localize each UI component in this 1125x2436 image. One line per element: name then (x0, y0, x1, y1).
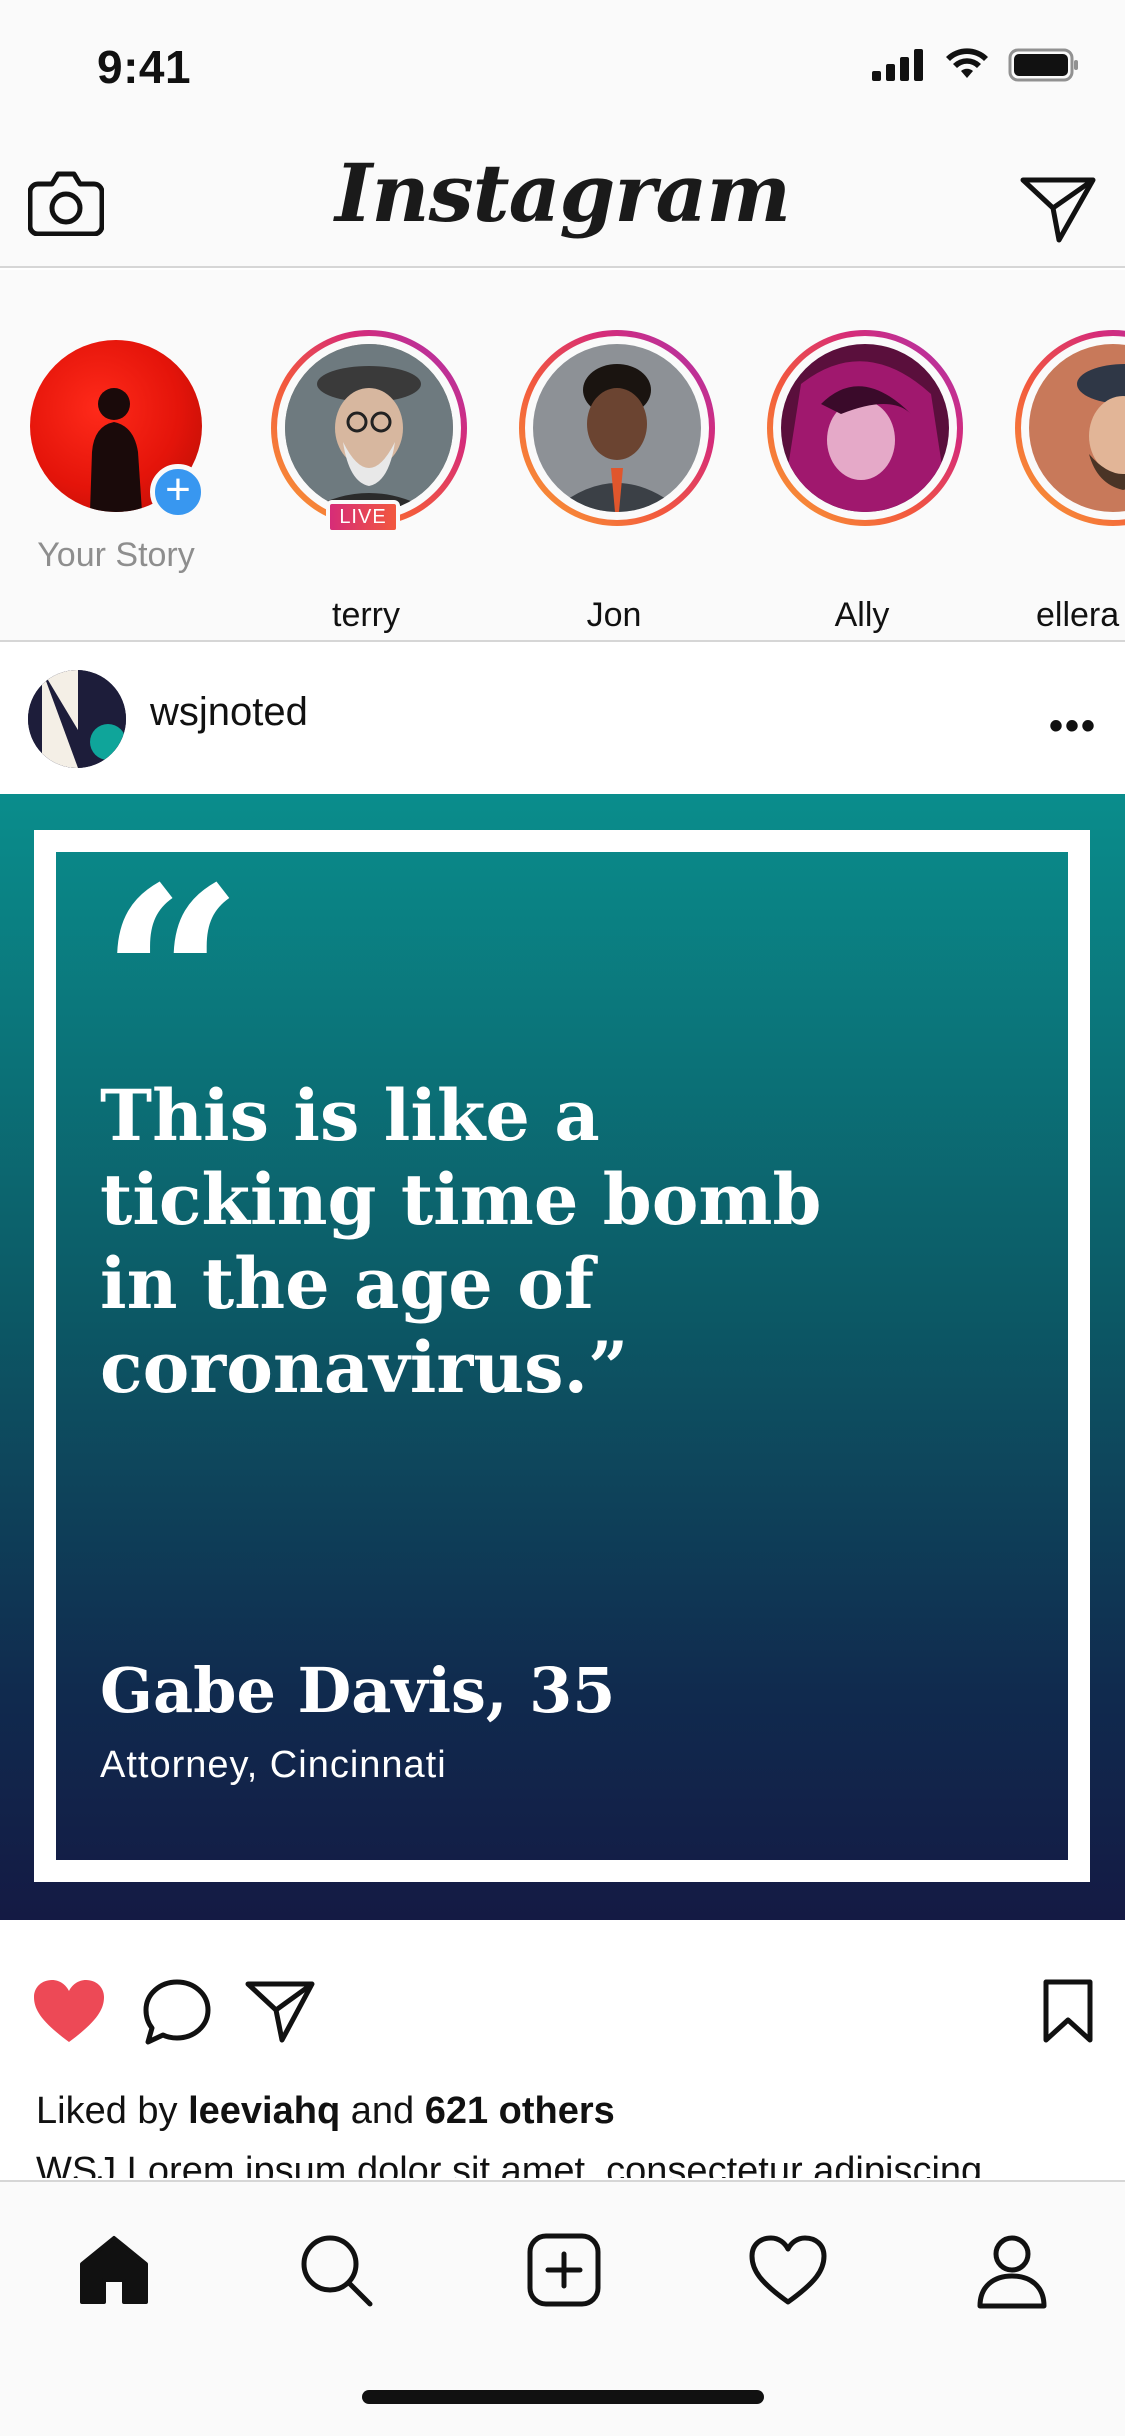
avatar-illustration (781, 344, 949, 512)
share-icon[interactable] (244, 1978, 316, 2044)
liked-others-link[interactable]: 621 others (425, 2090, 615, 2132)
cellular-signal-icon (872, 49, 923, 81)
wifi-icon (946, 48, 988, 78)
story-ring (1015, 330, 1125, 526)
post-username[interactable]: wsjnoted (150, 690, 308, 735)
battery-icon (1008, 48, 1078, 82)
liked-mid: and (340, 2090, 425, 2132)
search-icon[interactable] (296, 2230, 376, 2310)
story-item-your-story[interactable]: + Your Story (0, 270, 230, 640)
story-name: ellera (1036, 596, 1120, 634)
quote-name: Gabe Davis, 35 (100, 1654, 616, 1727)
avatar-illustration (533, 344, 701, 512)
direct-message-icon[interactable] (1019, 174, 1097, 244)
app-header: Instagram (0, 132, 1125, 268)
likes-summary: Liked by leeviahq and 621 others (36, 2090, 615, 2133)
story-ring (271, 330, 467, 526)
story-name: terry (332, 596, 400, 634)
quote-role: Attorney, Cincinnati (100, 1744, 447, 1786)
bookmark-icon[interactable] (1040, 1978, 1096, 2044)
story-name: Your Story (37, 536, 195, 574)
avatar (781, 344, 949, 512)
wsjnoted-logo-icon (28, 670, 126, 768)
liked-prefix: Liked by (36, 2090, 189, 2132)
avatar (1029, 344, 1125, 512)
activity-heart-icon[interactable] (748, 2230, 828, 2310)
instagram-logo: Instagram (335, 146, 791, 240)
avatar-illustration (1029, 344, 1125, 512)
like-heart-icon[interactable] (32, 1978, 106, 2044)
post-caption[interactable]: WSJ Lorem ipsum dolor sit amet, consecte… (36, 2148, 1116, 2178)
avatar-illustration (285, 344, 453, 512)
status-time: 9:41 (97, 41, 192, 93)
post-avatar[interactable] (28, 670, 126, 768)
story-name: Ally (834, 596, 890, 634)
quote-text: This is like a ticking time bomb in the … (100, 1074, 822, 1409)
post-image[interactable]: “ This is like a ticking time bomb in th… (0, 794, 1125, 1920)
home-indicator[interactable] (362, 2390, 764, 2404)
story-ring (767, 330, 963, 526)
profile-icon[interactable] (972, 2230, 1052, 2310)
live-badge: LIVE (326, 500, 400, 534)
avatar (533, 344, 701, 512)
story-ring (519, 330, 715, 526)
status-icons (872, 48, 1080, 82)
more-options-icon[interactable]: ••• (1049, 704, 1097, 749)
add-story-icon[interactable]: + (150, 464, 206, 520)
quote-marks: “ (100, 832, 244, 1126)
story-name: Jon (586, 596, 642, 634)
liked-user-link[interactable]: leeviahq (188, 2090, 340, 2132)
avatar (285, 344, 453, 512)
post-header: wsjnoted ••• (0, 644, 1125, 794)
stories-tray[interactable]: + Your Story LIVE terry Jon Ally ellera (0, 270, 1125, 642)
status-bar: 9:41 (0, 0, 1125, 132)
new-post-icon[interactable] (524, 2230, 604, 2310)
home-icon[interactable] (74, 2230, 154, 2310)
post-actions (0, 1920, 1125, 2080)
comment-icon[interactable] (142, 1978, 212, 2046)
